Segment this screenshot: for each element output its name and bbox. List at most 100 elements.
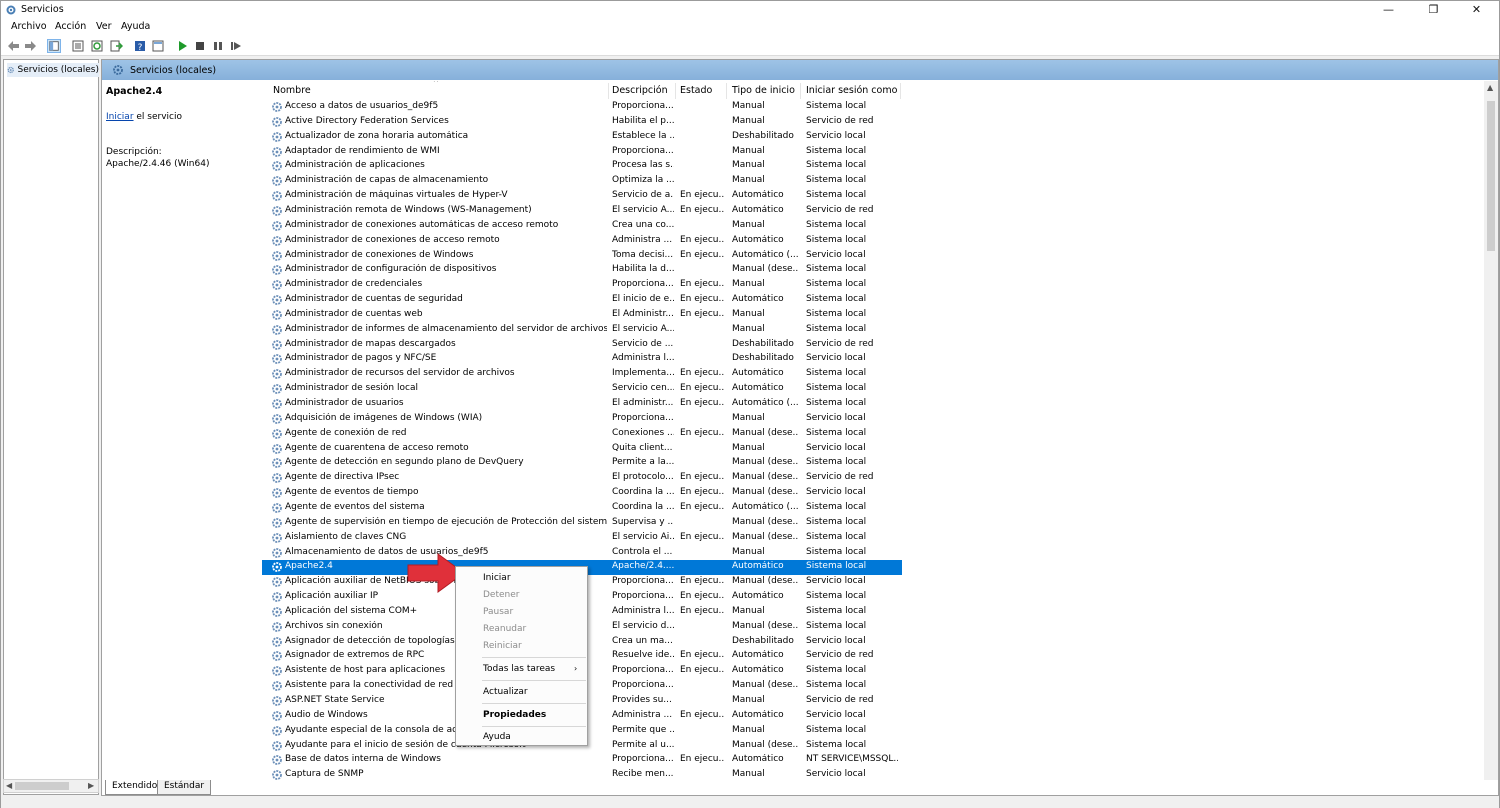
service-row[interactable]: Aislamiento de claves CNG El servicio Ai.… — [262, 531, 902, 546]
service-row[interactable]: Captura de SNMP Recibe men... Manual Servic… — [262, 768, 902, 780]
column-divider[interactable] — [675, 83, 676, 99]
help-icon[interactable]: ? — [133, 39, 147, 53]
column-header-nombre[interactable]: Nombre — [273, 85, 311, 96]
service-row[interactable]: Administrador de credenciales Proporciona… — [262, 278, 902, 293]
service-row[interactable]: Administrador de sesión local Servicio ce… — [262, 382, 902, 397]
service-startup-type: Manual (dese... — [732, 531, 798, 542]
service-action: Iniciar el servicio — [106, 112, 182, 122]
tree-horizontal-scrollbar[interactable]: ◀ ▶ — [3, 779, 99, 793]
menu-accion[interactable]: Acción — [55, 21, 86, 32]
service-row[interactable]: Adquisición de imágenes de Windows (WIA)… — [262, 412, 902, 427]
service-startup-type: Manual (dese... — [732, 680, 798, 691]
service-row[interactable]: Actualizador de zona horaria automática E… — [262, 130, 902, 145]
service-gear-icon — [272, 324, 282, 335]
close-button[interactable]: ✕ — [1454, 1, 1499, 19]
console-tree: Servicios (locales) — [3, 59, 99, 795]
menu-ver[interactable]: Ver — [96, 21, 112, 32]
service-row[interactable]: Agente de eventos del sistema Coordina la… — [262, 501, 902, 516]
service-name: Administrador de recursos del servidor d… — [285, 368, 515, 379]
show-hide-icon[interactable] — [151, 39, 165, 53]
service-startup-type: Automático — [732, 650, 784, 661]
service-name: Administración de capas de almacenamient… — [285, 175, 489, 186]
export-icon[interactable] — [109, 39, 123, 53]
service-row[interactable]: Administrador de usuarios El administr...… — [262, 397, 902, 412]
service-row[interactable]: Administrador de pagos y NFC/SE Administr… — [262, 352, 902, 367]
column-divider[interactable] — [726, 83, 727, 99]
service-row[interactable]: Administración de máquinas virtuales de … — [262, 189, 902, 204]
description-value: Apache/2.4.46 (Win64) — [106, 159, 210, 169]
service-row[interactable]: Administrador de conexiones automáticas … — [262, 219, 902, 234]
restore-button[interactable]: ❐ — [1411, 1, 1456, 19]
service-row[interactable]: Administración de capas de almacenamient… — [262, 174, 902, 189]
menu-ayuda[interactable]: Ayuda — [121, 21, 150, 32]
service-row[interactable]: Agente de directiva IPsec El protocolo...… — [262, 471, 902, 486]
restart-icon[interactable] — [229, 39, 243, 53]
column-divider[interactable] — [900, 83, 901, 99]
column-divider[interactable] — [800, 83, 801, 99]
service-logon-as: Sistema local — [806, 145, 867, 156]
service-status: En ejecu... — [680, 279, 725, 290]
console-tree-icon[interactable] — [47, 39, 61, 53]
ctx-iniciar[interactable]: Iniciar — [483, 573, 511, 583]
stop-icon[interactable] — [193, 39, 207, 53]
ctx-actualizar[interactable]: Actualizar — [483, 687, 528, 697]
scroll-right-icon[interactable]: ▶ — [88, 781, 94, 790]
tab-extendido[interactable]: Extendido — [105, 780, 165, 795]
properties-icon[interactable] — [71, 39, 85, 53]
service-row[interactable]: Almacenamiento de datos de usuarios_de9f… — [262, 546, 902, 561]
service-startup-type: Manual (dese... — [732, 264, 798, 275]
column-header-tipo-inicio[interactable]: Tipo de inicio — [732, 85, 795, 96]
forward-icon[interactable] — [23, 39, 37, 53]
service-row[interactable]: Agente de supervisión en tiempo de ejecu… — [262, 516, 902, 531]
ctx-ayuda[interactable]: Ayuda — [483, 732, 511, 742]
column-header-descripcion[interactable]: Descripción — [612, 85, 668, 96]
service-row[interactable]: Administrador de cuentas web El Administr… — [262, 308, 902, 323]
scroll-left-icon[interactable]: ◀ — [6, 781, 12, 790]
service-row[interactable]: Base de datos interna de Windows Proporci… — [262, 753, 902, 768]
service-row[interactable]: Administración de aplicaciones Procesa la… — [262, 159, 902, 174]
pause-icon[interactable] — [211, 39, 225, 53]
scroll-thumb[interactable] — [15, 782, 69, 790]
service-row[interactable]: Administrador de conexiones de acceso re… — [262, 234, 902, 249]
description-label: Descripción: — [106, 147, 162, 157]
service-row[interactable]: Agente de eventos de tiempo Coordina la .… — [262, 486, 902, 501]
back-icon[interactable] — [7, 39, 21, 53]
tree-item-servicios-locales[interactable]: Servicios (locales) — [7, 63, 99, 77]
column-header-iniciar-sesion[interactable]: Iniciar sesión como — [806, 85, 897, 96]
service-description: Coordina la ... — [612, 501, 674, 512]
service-row[interactable]: Administrador de configuración de dispos… — [262, 263, 902, 278]
ctx-propiedades[interactable]: Propiedades — [483, 710, 546, 720]
menu-archivo[interactable]: Archivo — [11, 21, 47, 32]
minimize-button[interactable]: — — [1366, 1, 1411, 19]
service-row[interactable]: Administrador de recursos del servidor d… — [262, 367, 902, 382]
start-service-link[interactable]: Iniciar — [106, 112, 134, 122]
tab-estandar[interactable]: Estándar — [157, 780, 212, 795]
service-row[interactable]: Agente de conexión de red Conexiones ... E… — [262, 427, 902, 442]
start-icon[interactable] — [175, 39, 189, 53]
refresh-icon[interactable] — [90, 39, 104, 53]
service-row[interactable]: Administración remota de Windows (WS-Man… — [262, 204, 902, 219]
service-gear-icon — [272, 458, 282, 469]
service-row[interactable]: Administrador de mapas descargados Servic… — [262, 338, 902, 353]
service-row[interactable]: Agente de detección en segundo plano de … — [262, 456, 902, 471]
column-header-estado[interactable]: Estado — [680, 85, 712, 96]
service-row[interactable]: Adaptador de rendimiento de WMI Proporcio… — [262, 145, 902, 160]
service-row[interactable]: Active Directory Federation Services Habi… — [262, 115, 902, 130]
scroll-thumb[interactable] — [1487, 101, 1495, 251]
scroll-up-icon[interactable]: ▲ — [1487, 83, 1493, 92]
service-row[interactable]: Administrador de conexiones de Windows To… — [262, 249, 902, 264]
service-row[interactable]: Acceso a datos de usuarios_de9f5 Proporci… — [262, 100, 902, 115]
ctx-todas-las-tareas[interactable]: Todas las tareas — [483, 664, 555, 674]
service-row[interactable]: Agente de cuarentena de acceso remoto Qui… — [262, 442, 902, 457]
window-title: Servicios — [21, 4, 64, 15]
selected-service-name: Apache2.4 — [106, 86, 163, 97]
service-startup-type: Automático (... — [732, 249, 798, 260]
service-gear-icon — [272, 428, 282, 439]
service-startup-type: Manual — [732, 101, 765, 111]
service-logon-as: Sistema local — [806, 531, 867, 542]
service-row[interactable]: Administrador de cuentas de seguridad El … — [262, 293, 902, 308]
service-description: Crea una co... — [612, 219, 674, 230]
list-vertical-scrollbar[interactable]: ▲ ▼ — [1484, 81, 1498, 780]
column-divider[interactable] — [608, 83, 609, 99]
service-row[interactable]: Administrador de informes de almacenamie… — [262, 323, 902, 338]
